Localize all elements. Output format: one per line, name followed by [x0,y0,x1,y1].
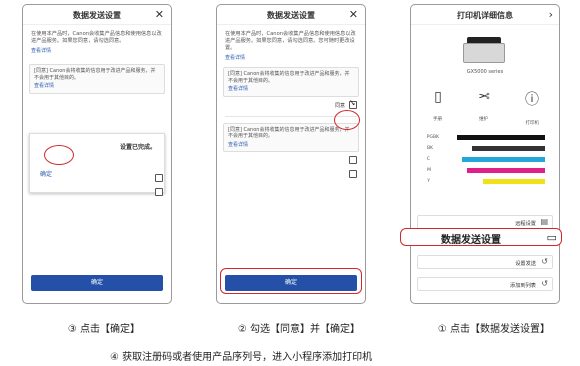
screen-title: 数据发送设置 [73,11,121,20]
consent-card: [同意] Canon会将收集的信息用于改进产品和服务，并不会用于其他目的。 查看… [223,67,359,97]
menu-label: 设置发送 [515,261,536,267]
intro-text: 在使用本产品时，Canon会收集产品信息和使用信息以改进产品服务。如果您同意，请… [225,31,356,51]
popup-ok-highlight [44,145,74,165]
ink-bar-fill [472,146,545,151]
card-link[interactable]: 查看详情 [228,86,354,93]
ink-label: M [427,168,431,173]
agree-checkbox[interactable] [349,170,357,178]
settings-icon: ▤ [540,217,548,226]
printer-icon: ▭ [546,231,557,244]
menu-item-send[interactable]: ↻ 设置发送 [417,255,553,269]
book-icon: ▯ [434,89,442,105]
top-bar: ✕ 数据发送设置 [23,5,171,25]
printer-image [459,35,509,65]
screen-title: 数据发送设置 [267,11,315,20]
agree-row[interactable]: 同意 [225,100,357,111]
card-text: [同意] Canon会将收集的信息用于改进产品和服务，并不会用于其他目的。 [228,71,350,84]
ink-bar [441,168,545,173]
confirm-highlight [220,268,362,294]
consent-card: [同意] Canon会将收集的信息用于改进产品和服务，并不会用于其他目的。 查看… [29,64,165,94]
agree-checkbox[interactable] [349,156,357,164]
ink-bar [441,157,545,162]
footnote: ④ 获取注册码或者使用产品序列号，进入小程序添加打印机 [110,352,373,363]
info-icon: ⓘ [525,92,539,108]
add-icon: ↻ [541,279,548,288]
agree-checkbox[interactable] [155,173,163,182]
menu-item-remote[interactable]: ▤ 远程设置 [417,215,553,229]
icon-label: 打印机 [525,121,539,126]
book-icon-button[interactable]: ▯ 手册 [423,89,453,124]
ink-bar [441,135,545,140]
info-icon-button[interactable]: ⓘ 打印机 [517,89,547,128]
tools-icon-button[interactable]: ✂ 维护 [469,89,499,124]
screen-title: 打印机详细信息 [457,11,513,20]
data-send-settings-highlight[interactable]: ▭ 数据发送设置 [400,228,562,246]
ink-bar [441,146,545,151]
card-link[interactable]: 查看详情 [34,83,160,90]
caption-step2: ② 勾选【同意】并【确定】 [237,324,360,335]
agree-row-2[interactable] [225,156,357,166]
phone-screen-agree: ✕ 数据发送设置 在使用本产品时，Canon会收集产品信息和使用信息以改进产品服… [216,4,366,304]
top-bar: ✕ 数据发送设置 [217,5,365,25]
detail-link[interactable]: 查看详情 [31,47,163,54]
caption-step1: ① 点击【数据发送设置】 [437,324,550,335]
menu-item-add[interactable]: ↻ 添加到列表 [417,277,553,291]
agree-checkbox[interactable] [155,187,163,196]
printer-model: GX5000 series [466,69,504,75]
tutorial-stage: ‹ 打印机详细信息 GX5000 series ⓘ 打印机 ✂ 维护 ▯ 手册 … [0,0,580,366]
ink-bar-fill [482,179,545,184]
ink-label: Y [427,179,430,184]
agree-row-3[interactable] [225,170,357,180]
agree-row-2[interactable] [31,187,163,198]
card-text: [同意] Canon会将收集的信息用于改进产品和服务，并不会用于其他目的。 [34,68,156,81]
ink-bar-fill [456,135,545,140]
highlight-label: 数据发送设置 [441,235,501,246]
tools-icon: ✂ [478,89,490,105]
icon-label: 维护 [479,117,489,122]
intro-text: 在使用本产品时，Canon会收集产品信息和使用信息以改进产品服务。如果您同意，请… [31,31,162,44]
checkbox-highlight [334,110,360,130]
icon-label: 手册 [433,117,443,122]
top-bar: ‹ 打印机详细信息 [411,5,559,25]
ink-bar-fill [461,157,545,162]
ink-bar-fill [467,168,545,173]
agree-label: 同意 [334,102,345,109]
ink-label: PGBK [427,135,440,140]
card-text: [同意] Canon会将收集的信息用于改进产品和服务，并不会用于其他目的。 [228,126,350,140]
ink-label: C [427,157,431,162]
menu-label: 远程设置 [515,221,536,227]
ink-bar [441,179,545,184]
detail-link[interactable]: 查看详情 [225,54,357,61]
refresh-icon: ↻ [541,257,548,266]
phone-screen-printer-details: ‹ 打印机详细信息 GX5000 series ⓘ 打印机 ✂ 维护 ▯ 手册 … [410,4,560,304]
caption-step3: ③ 点击【确定】 [67,324,140,335]
menu-label: 添加到列表 [510,283,536,289]
card-link[interactable]: 查看详情 [228,142,354,149]
agree-checkbox[interactable] [349,100,357,109]
agree-row[interactable] [31,173,163,184]
action-icons: ⓘ 打印机 ✂ 维护 ▯ 手册 [411,89,559,126]
ink-label: BK [427,146,434,151]
confirm-button[interactable]: 确定 [31,275,163,291]
